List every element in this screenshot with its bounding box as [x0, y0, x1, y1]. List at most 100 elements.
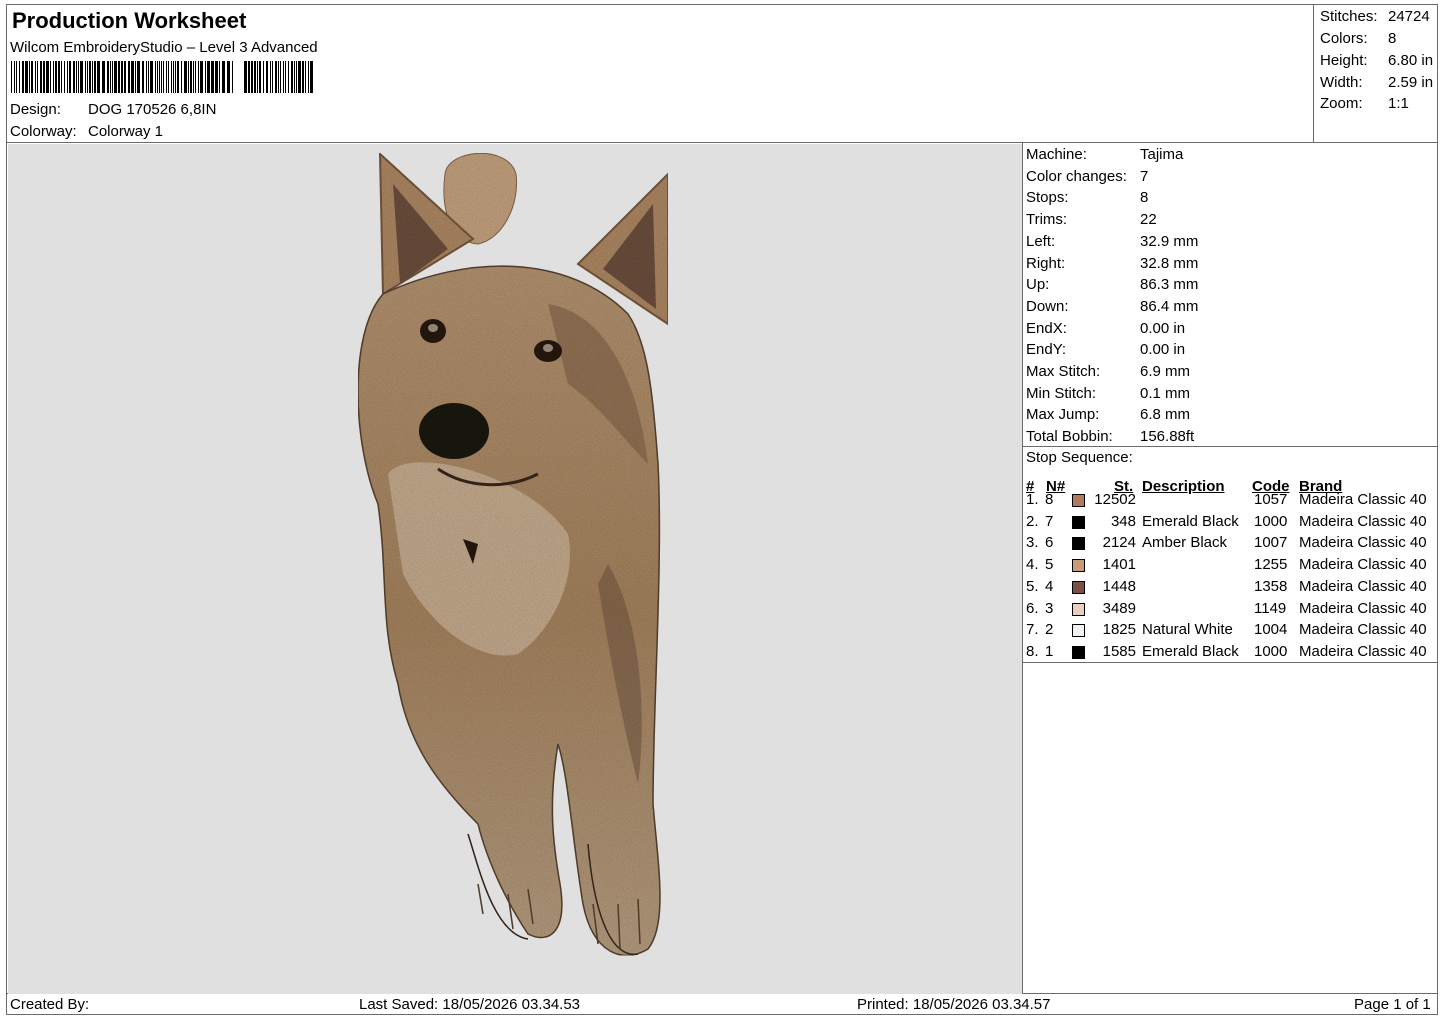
barcode-bar: [168, 61, 169, 93]
summary-label: Stitches:: [1320, 8, 1378, 25]
thread-code: 1004: [1254, 621, 1288, 639]
stop-sequence-title: Stop Sequence:: [1026, 449, 1133, 466]
barcode-bar: [244, 61, 247, 93]
row-index: 7.: [1026, 621, 1039, 639]
thread-brand: Madeira Classic 40: [1299, 621, 1427, 639]
barcode-bar: [131, 61, 134, 93]
barcode-bar: [87, 61, 88, 93]
info-value: 32.9 mm: [1140, 232, 1199, 250]
info-label: Min Stitch:: [1026, 384, 1097, 402]
stitch-count: 348: [1110, 512, 1136, 530]
barcode-bar: [137, 61, 140, 93]
colorway-label: Colorway:: [10, 123, 77, 140]
barcode-bar: [227, 61, 230, 93]
barcode-bar: [171, 61, 172, 93]
info-value: 0.00 in: [1140, 341, 1186, 359]
barcode-bar: [128, 61, 130, 93]
header-divider: [6, 142, 1438, 143]
barcode-bar: [124, 61, 126, 93]
info-value: 8: [1140, 189, 1149, 207]
summary-divider: [1313, 4, 1314, 142]
thread-code: 1007: [1254, 534, 1288, 552]
thread-code: 1000: [1254, 512, 1288, 530]
thread-brand: Madeira Classic 40: [1299, 534, 1427, 552]
barcode-bar: [163, 61, 164, 93]
summary-value: 1:1: [1388, 95, 1409, 112]
thread-code: 1057: [1254, 491, 1288, 508]
row-index: 3.: [1026, 534, 1039, 552]
barcode-bar: [67, 61, 68, 93]
barcode-bar: [157, 61, 158, 93]
barcode-bar: [31, 61, 33, 93]
barcode-bar: [263, 61, 264, 93]
barcode-bar: [61, 61, 62, 93]
stitch-count: 1448: [1102, 577, 1136, 595]
barcode-bar: [211, 61, 214, 93]
barcode-bar: [19, 61, 20, 93]
barcode-bar: [69, 61, 71, 93]
barcode-bar: [280, 61, 281, 93]
info-label: Trims:: [1026, 211, 1068, 229]
design-value: DOG 170526 6,8IN: [88, 101, 217, 118]
stitch-count: 1401: [1102, 556, 1136, 574]
barcode-bar: [173, 61, 174, 93]
thread-code: 1358: [1254, 577, 1288, 595]
barcode-bar: [64, 61, 65, 93]
summary-value: 2.59 in: [1388, 74, 1434, 91]
thread-brand: Madeira Classic 40: [1299, 512, 1427, 530]
stop-sequence-row: 3. 6 2124 Amber Black 1007 Madeira Classic 40: [1026, 534, 1436, 555]
barcode-bar: [302, 61, 304, 93]
barcode-bar: [266, 61, 268, 93]
barcode-bar: [29, 61, 30, 93]
info-value: 86.4 mm: [1140, 297, 1199, 315]
barcode-bar: [114, 61, 117, 93]
thread-color-swatch: [1072, 537, 1085, 551]
barcode-bar: [11, 61, 12, 93]
barcode-bar: [40, 61, 42, 93]
barcode-bar: [215, 61, 218, 93]
row-index: 4.: [1026, 556, 1039, 574]
stop-sequence-row: 5. 4 1448 1358 Madeira Classic 40: [1026, 578, 1436, 599]
stop-sequence-row: 1. 8 12502 1057 Madeira Classic 40: [1026, 491, 1436, 512]
needle-number: 8: [1045, 491, 1054, 508]
thread-brand: Madeira Classic 40: [1299, 491, 1427, 508]
stop-sequence-row: 7. 2 1825 Natural White 1004 Madeira Classic …: [1026, 621, 1436, 642]
info-value: 86.3 mm: [1140, 276, 1199, 294]
barcode-bar: [181, 61, 182, 93]
needle-number: 6: [1045, 534, 1054, 552]
barcode-bar: [16, 61, 17, 93]
thread-code: 1000: [1254, 642, 1288, 660]
summary-label: Colors:: [1320, 30, 1368, 47]
info-label: Machine:: [1026, 146, 1087, 163]
barcode-bar: [193, 61, 194, 93]
summary-value: 24724: [1388, 8, 1430, 25]
info-label: Total Bobbin:: [1026, 428, 1113, 446]
info-label: Color changes:: [1026, 167, 1127, 185]
info-label: Max Jump:: [1026, 406, 1100, 424]
thread-color-swatch: [1072, 602, 1085, 616]
info-value: 22: [1140, 211, 1157, 229]
info-value: 6.8 mm: [1140, 406, 1191, 424]
barcode-bar: [155, 61, 156, 93]
barcode-bar: [270, 61, 271, 93]
barcode-bar: [166, 61, 167, 93]
summary-value: 6.80 in: [1388, 52, 1434, 69]
barcode-bar: [251, 61, 253, 93]
barcode-bar: [190, 61, 192, 93]
thread-code: 1255: [1254, 556, 1288, 574]
barcode-bar: [37, 61, 38, 93]
needle-number: 7: [1045, 512, 1054, 530]
barcode-bar: [76, 61, 77, 93]
thread-brand: Madeira Classic 40: [1299, 642, 1427, 660]
info-label: Up:: [1026, 276, 1050, 294]
stop-sequence-row: 4. 5 1401 1255 Madeira Classic 40: [1026, 556, 1436, 577]
stitch-count: 3489: [1102, 599, 1136, 617]
barcode-bar: [80, 61, 83, 93]
barcode-bar: [43, 61, 45, 93]
needle-number: 1: [1045, 642, 1054, 660]
barcode-bar: [184, 61, 187, 93]
last-saved: Last Saved: 18/05/2026 03.34.53: [359, 996, 581, 1013]
design-label: Design:: [10, 101, 61, 118]
embroidered-dog-image: [357, 151, 669, 957]
thread-color-swatch: [1072, 515, 1085, 529]
